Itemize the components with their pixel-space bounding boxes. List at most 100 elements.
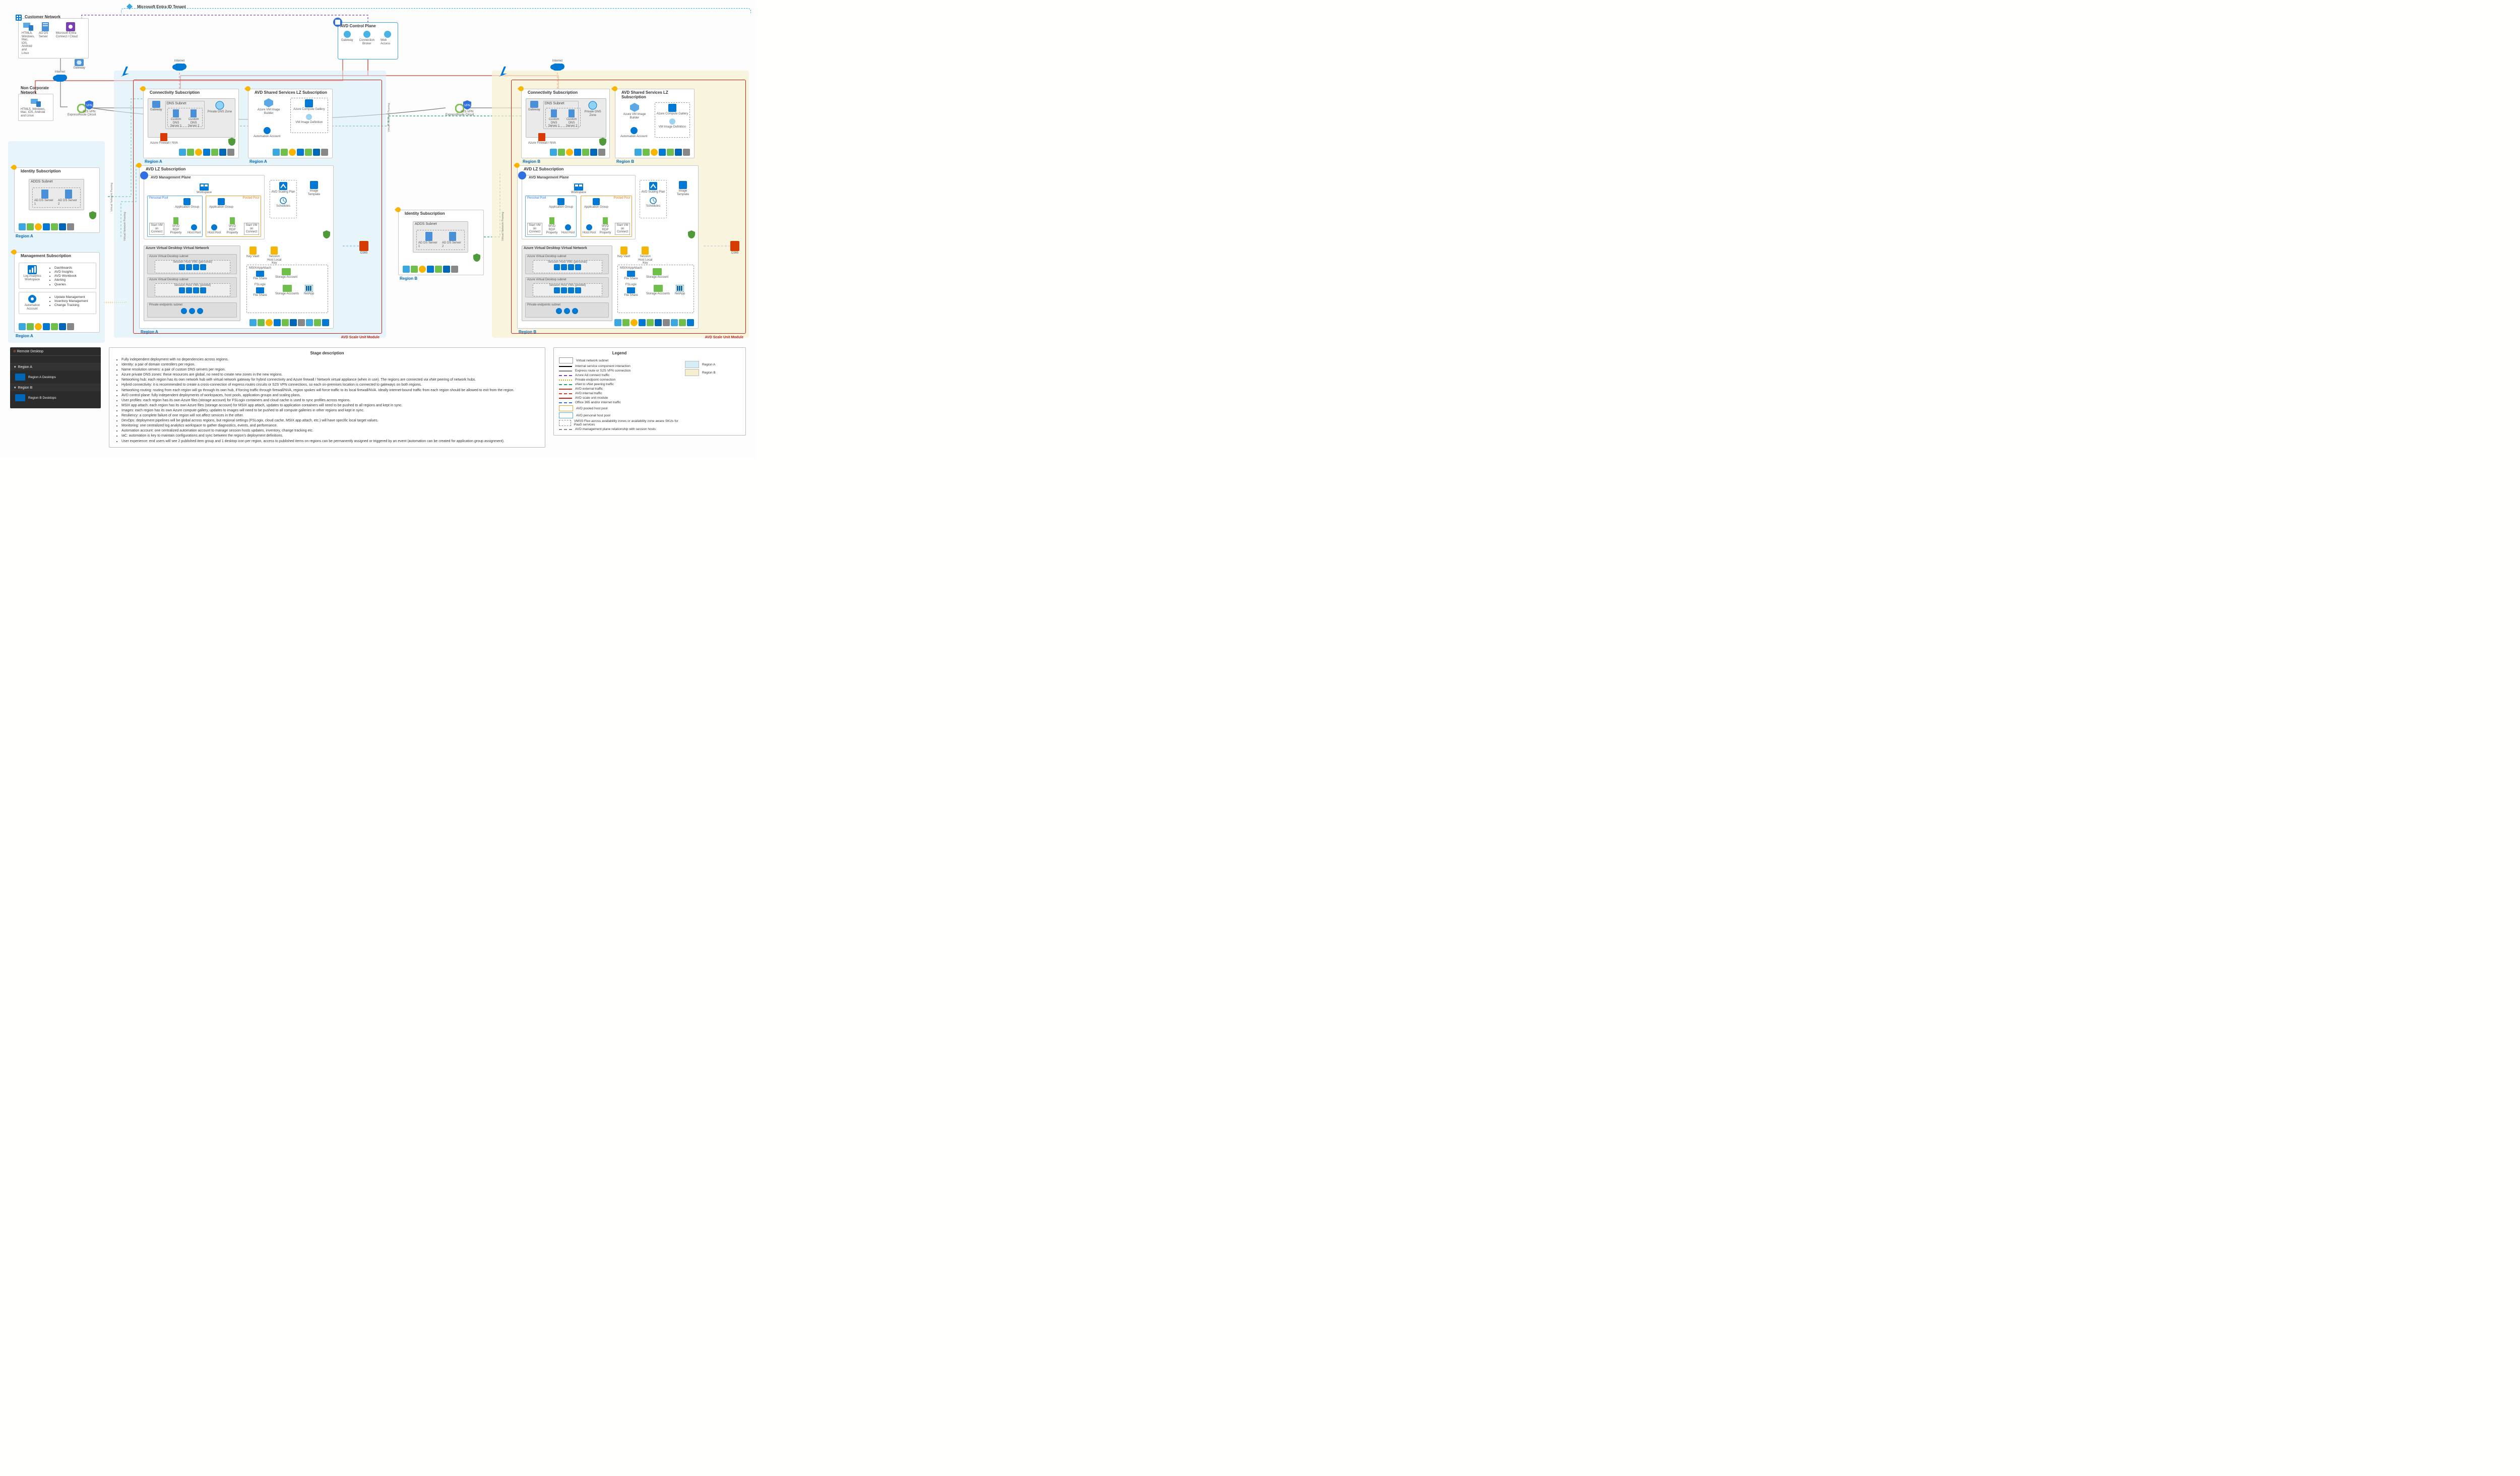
avd-vnet-B: Azure Virtual Desktop Virtual Network Az…: [522, 245, 612, 321]
server-icon: [569, 109, 575, 117]
shared-title-A: AVD Shared Services LZ Subscription: [253, 89, 332, 96]
legend-row: AVD management plane relationship with s…: [559, 427, 680, 431]
service-icon: [27, 223, 34, 230]
legend-row: Office 365 and/or internet traffic: [559, 401, 680, 404]
mgmt-services: [17, 322, 76, 331]
list-item: AVD control plane: fully independent dep…: [121, 393, 540, 398]
entra-tenant: Microsoft Entra ID Tenant: [126, 3, 188, 10]
storage2-A: Storage Accounts: [275, 292, 299, 296]
mgmt-title: Management Subscription: [19, 253, 99, 259]
startvm-p-B: Start VM on Connect: [527, 223, 542, 235]
avd-subnet1-B: Azure Virtual Desktop subnet Session Hos…: [525, 254, 609, 274]
rd-item-b[interactable]: Region B Desktops: [10, 391, 101, 404]
customer-entra-label: Microsoft Entra Connect / Cloud: [56, 32, 85, 38]
service-icon: [281, 149, 288, 156]
dns-subnet-B: DNS Subnet Custom DNS Server 1 Custom DN…: [543, 101, 579, 129]
vm-icon: [575, 287, 581, 293]
list-item: Fully independent deployment with no dep…: [121, 357, 540, 362]
conn-title-B: Connectivity Subscription: [526, 89, 609, 96]
msix-label-B: MSIX/AppAttach: [620, 267, 642, 270]
legend-row: Internal service component interaction: [559, 364, 680, 368]
internet-1: Internet: [54, 71, 66, 82]
noncorp-clients-label: HTML5, Windows, Mac, iOS, Android and Li…: [21, 108, 51, 118]
rd-section-a[interactable]: ▾Region A: [10, 363, 101, 371]
legend-label: Private endpoint connection: [575, 378, 615, 382]
hostpool-icon: [211, 224, 218, 231]
conn-gateway-A: Gateway: [150, 108, 162, 112]
legend-swatch: [559, 371, 572, 372]
defender-icon: [228, 138, 235, 147]
service-icon: [313, 149, 320, 156]
legend-label: Internal service component interaction: [575, 364, 631, 368]
legend-label: Region B: [702, 371, 716, 375]
service-icon: [590, 149, 597, 156]
private-endpoint-icon: [572, 308, 578, 314]
hostpool-label-p-A: Host Pool: [187, 231, 201, 235]
appgroup-label-q-B: Application Group: [584, 206, 608, 209]
legend-row: AVD scale unit module: [559, 396, 680, 400]
legend-label: AVD internal traffic: [575, 392, 602, 395]
private-endpoint-icon: [564, 308, 570, 314]
customer-network: Customer Network HTML5, Windows, Mac, iO…: [18, 18, 89, 58]
internet-label-2: Internet: [174, 59, 184, 63]
azure-logo-icon: [120, 66, 130, 78]
peering-label-2: Virtual Network Peering: [123, 212, 127, 241]
avd-icon: [333, 18, 342, 27]
private-endpoint-icon: [181, 308, 187, 314]
service-icon: [187, 149, 194, 156]
avd-subnet1-A: Azure Virtual Desktop subnet Session Hos…: [147, 254, 237, 274]
subnet1-label-A: Azure Virtual Desktop subnet: [148, 255, 236, 259]
service-icon: [643, 149, 650, 156]
image-template-icon: [679, 181, 687, 189]
conn-region-B: Region B: [523, 159, 540, 164]
startvm-p-A: Start VM on Connect: [149, 223, 164, 235]
legend-swatch: [559, 384, 572, 385]
netapp-label-B: NetApp: [675, 292, 685, 296]
devices-icon: [23, 22, 34, 31]
legend: Legend Virtual network subnetInternal se…: [553, 347, 746, 436]
subnet1-label-B: Azure Virtual Desktop subnet: [526, 255, 608, 259]
service-icon: [321, 149, 328, 156]
vm-icon: [568, 264, 574, 270]
gallery-label-A: Azure Compute Gallery: [293, 108, 325, 111]
adds-subnet-label-a: ADDS Subnet: [29, 179, 84, 184]
legend-row: AVD pooled host pool: [559, 405, 680, 411]
vm-icon: [179, 264, 185, 270]
hostpool-icon: [564, 224, 572, 231]
shield-icon: VPN: [85, 100, 94, 110]
pooled-pool-A: Pooled Pool Application Group Host Pool …: [206, 196, 261, 237]
server-icon: [449, 232, 456, 241]
shared-auto-B: Automation Account: [620, 135, 647, 139]
service-icon: [297, 149, 304, 156]
rd-item-a[interactable]: Region A Desktops: [10, 371, 101, 384]
sh-personal-B: Session Host VMs (personal): [533, 260, 602, 273]
appgroup-label-p-A: Application Group: [175, 206, 199, 209]
legend-swatch: [559, 389, 572, 390]
defender-icon: [688, 230, 695, 239]
service-icon: [274, 319, 281, 326]
identity-title-a: Identity Subscription: [19, 168, 99, 174]
rdp-icon: [230, 217, 235, 224]
list-item: User experience: end users will see 2 pu…: [121, 439, 540, 444]
image-builder-icon: [629, 102, 640, 112]
scale-unit-label-a: AVD Scale Unit Module: [341, 336, 380, 339]
fileshare1-B: File Share: [624, 277, 638, 281]
workspace-icon: [200, 183, 209, 191]
service-icon: [67, 223, 74, 230]
service-icon: [443, 266, 450, 273]
entra-tenant-border: [121, 8, 751, 13]
service-icon: [651, 149, 658, 156]
devices-icon: [30, 98, 41, 107]
appgroup-icon: [218, 198, 225, 205]
avdlz-region-A: Region A: [141, 330, 158, 334]
rd-section-b[interactable]: ▾Region B: [10, 384, 101, 391]
fslogix-label-A: FSLogix: [255, 283, 266, 287]
list-item: Images: each region has its own Azure co…: [121, 408, 540, 413]
vm-icon: [193, 287, 199, 293]
private-endpoint-icon: [556, 308, 562, 314]
legend-label: AVD scale unit module: [575, 396, 608, 400]
vm-icon: [200, 287, 206, 293]
shared-region-A: Region A: [249, 159, 267, 164]
expressroute-label-b: ExpressRoute Circuit: [446, 113, 474, 117]
list-item: Alerting: [54, 278, 77, 282]
